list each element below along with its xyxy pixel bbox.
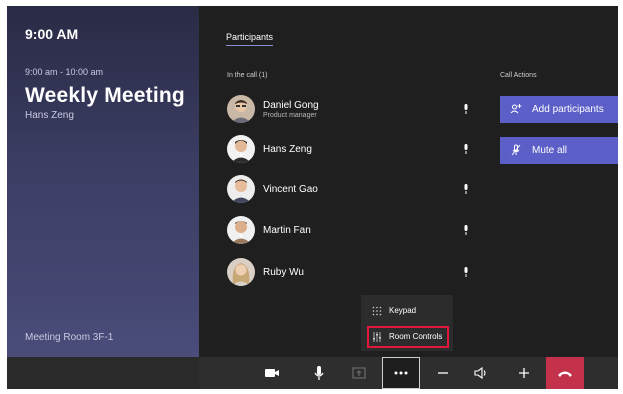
hang-up-button[interactable] <box>546 357 584 389</box>
mic-off-icon <box>511 144 521 156</box>
avatar <box>227 175 255 203</box>
participant-name: Vincent Gao <box>263 184 318 195</box>
microphone-icon <box>464 184 468 194</box>
hang-up-icon <box>558 371 572 377</box>
participant-name: Martin Fan <box>263 225 311 236</box>
participant-name: Hans Zeng <box>263 144 312 155</box>
avatar <box>227 95 255 123</box>
participant-row[interactable]: Hans Zeng <box>225 135 475 165</box>
camera-icon <box>265 369 279 377</box>
participant-row[interactable]: Martin Fan <box>225 216 475 246</box>
more-options-button[interactable] <box>382 357 420 389</box>
keypad-icon <box>372 306 382 316</box>
sliders-icon <box>373 332 381 342</box>
call-actions-label: Call Actions <box>500 72 537 79</box>
current-time: 9:00 AM <box>25 26 79 42</box>
microphone-icon <box>314 366 324 380</box>
participant-row[interactable]: Vincent Gao <box>225 175 475 205</box>
participant-row[interactable]: Ruby Wu <box>225 258 475 288</box>
call-control-bar <box>199 357 618 389</box>
meeting-title: Weekly Meeting <box>25 84 185 107</box>
share-icon <box>352 367 366 379</box>
participant-name: Daniel Gong <box>263 100 319 111</box>
microphone-icon <box>464 104 468 114</box>
volume-down-icon <box>438 372 448 374</box>
microphone-icon <box>464 225 468 235</box>
room-name: Meeting Room 3F-1 <box>25 332 114 343</box>
add-person-icon <box>510 104 522 114</box>
left-footer-strip <box>7 357 199 389</box>
participant-role: Product manager <box>263 112 317 119</box>
menu-item-room-controls[interactable]: Room Controls <box>367 326 449 348</box>
mute-all-button[interactable]: Mute all <box>500 137 618 164</box>
participant-row[interactable]: Daniel Gong Product manager <box>225 95 475 125</box>
meeting-info-panel: 9:00 AM 9:00 am - 10:00 am Weekly Meetin… <box>7 6 199 357</box>
share-button[interactable] <box>341 357 377 389</box>
avatar <box>227 258 255 286</box>
more-options-menu: Keypad Room Controls <box>361 295 453 351</box>
meeting-time-range: 9:00 am - 10:00 am <box>25 67 104 77</box>
speaker-button[interactable] <box>463 357 499 389</box>
speaker-icon <box>474 366 486 380</box>
microphone-icon <box>464 267 468 277</box>
camera-button[interactable] <box>254 357 290 389</box>
avatar <box>227 216 255 244</box>
volume-up-icon <box>519 368 529 378</box>
participant-name: Ruby Wu <box>263 267 304 278</box>
mute-all-label: Mute all <box>532 145 568 156</box>
add-participants-button[interactable]: Add participants <box>500 96 618 123</box>
teams-room-window: 9:00 AM 9:00 am - 10:00 am Weekly Meetin… <box>7 6 618 389</box>
meeting-organizer: Hans Zeng <box>25 110 74 121</box>
avatar <box>227 135 255 163</box>
volume-down-button[interactable] <box>425 357 461 389</box>
add-participants-label: Add participants <box>532 104 604 115</box>
volume-up-button[interactable] <box>506 357 542 389</box>
more-icon <box>394 371 408 375</box>
microphone-button[interactable] <box>301 357 337 389</box>
menu-item-keypad[interactable]: Keypad <box>369 302 447 320</box>
in-call-label: In the call (1) <box>227 72 268 79</box>
room-controls-label: Room Controls <box>389 332 443 341</box>
microphone-icon <box>464 144 468 154</box>
tab-participants[interactable]: Participants <box>226 32 274 46</box>
keypad-label: Keypad <box>389 306 417 315</box>
